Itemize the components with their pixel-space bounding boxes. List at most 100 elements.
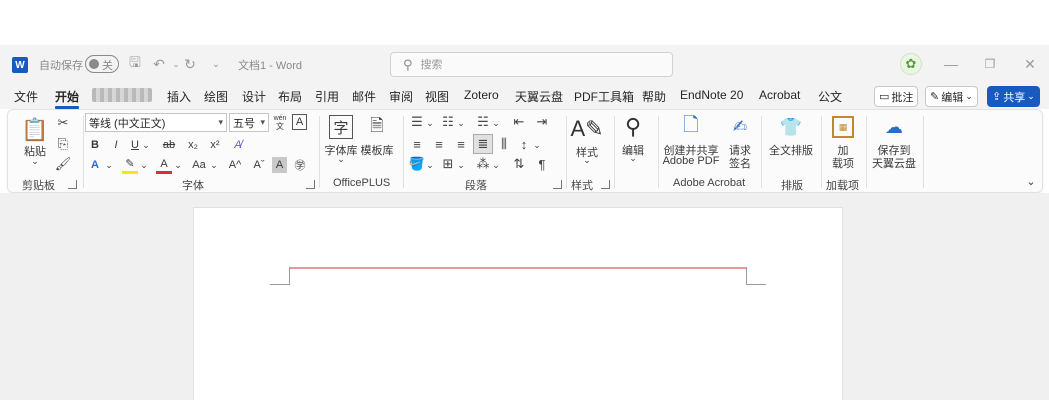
document-page[interactable] [193, 207, 843, 400]
chevron-down-icon[interactable]: ⌄ [334, 154, 348, 165]
customize-qat-icon[interactable]: ⌄ [207, 55, 225, 73]
template-library-icon[interactable]: 🗎 [365, 115, 389, 139]
styles-icon[interactable]: A✎ [570, 116, 603, 142]
sort-icon[interactable]: ⇅ [511, 156, 527, 172]
justify-icon[interactable]: ≣ [473, 134, 493, 154]
change-case-icon[interactable]: Aa [189, 156, 209, 174]
redo-icon[interactable]: ↻ [181, 55, 199, 73]
strikethrough-icon[interactable]: ab [160, 136, 178, 154]
format-painter-icon[interactable]: 🖌 [55, 156, 72, 172]
chevron-down-icon[interactable]: ⌄ [173, 158, 183, 172]
search-input[interactable] [420, 58, 641, 71]
chevron-down-icon[interactable]: ⌄ [425, 158, 435, 172]
shading-icon[interactable]: 🪣 [409, 156, 425, 172]
multilevel-list-icon[interactable]: ☵ [475, 114, 491, 130]
collapse-ribbon-icon[interactable]: ⌄ [1024, 174, 1038, 188]
tab-insert[interactable]: 插入 [167, 88, 191, 105]
shrink-font-icon[interactable]: Aˇ [251, 156, 267, 174]
chevron-down-icon[interactable]: ⌄ [139, 158, 149, 172]
distributed-icon[interactable]: ⫼ [496, 136, 512, 152]
enclose-characters-icon[interactable]: ㊫ [292, 156, 308, 174]
borders-icon[interactable]: ⊞ [440, 156, 456, 172]
restore-icon[interactable]: ❐ [980, 54, 1000, 74]
cloud-upload-icon[interactable]: ☁ [882, 116, 906, 138]
tab-review[interactable]: 审阅 [389, 88, 413, 105]
align-left-icon[interactable]: ≡ [409, 136, 425, 152]
tab-gongwen[interactable]: 公文 [818, 88, 842, 105]
template-library-label[interactable]: 模板库 [359, 142, 395, 158]
tab-pdf-tools[interactable]: PDF工具箱 [574, 88, 634, 105]
chevron-down-icon[interactable]: ⌄ [532, 138, 542, 152]
font-launcher-icon[interactable] [306, 180, 315, 189]
show-marks-icon[interactable]: ¶ [534, 156, 550, 172]
close-icon[interactable]: ✕ [1020, 54, 1040, 74]
grow-font-icon[interactable]: A^ [227, 156, 243, 174]
highlight-icon[interactable]: ✎ [122, 156, 138, 174]
font-name-dropdown[interactable]: 等线 (中文正文) ▾ [85, 113, 227, 132]
chevron-down-icon[interactable]: ⌄ [141, 137, 151, 153]
copy-icon[interactable]: ⎘ [55, 136, 71, 152]
tab-view[interactable]: 视图 [425, 88, 449, 105]
chevron-down-icon[interactable]: ⌄ [491, 158, 501, 172]
find-icon[interactable]: ⚲ [620, 114, 646, 140]
create-pdf-line2[interactable]: Adobe PDF [662, 155, 720, 167]
clipboard-icon[interactable]: 📋 [21, 116, 48, 144]
tab-zotero[interactable]: Zotero [464, 88, 499, 102]
character-border-icon[interactable]: A [292, 114, 307, 130]
clear-format-icon[interactable]: A̸ [229, 136, 247, 154]
font-size-dropdown[interactable]: 五号 ▾ [229, 113, 269, 132]
tab-file[interactable]: 文件 [14, 88, 38, 105]
tab-tianyi[interactable]: 天翼云盘 [515, 88, 563, 105]
phonetic-guide-button[interactable]: wén 文 [272, 113, 288, 132]
numbering-icon[interactable]: ☷ [440, 114, 456, 130]
font-color-icon[interactable]: A [156, 156, 172, 174]
chevron-down-icon[interactable]: ⌄ [425, 116, 435, 130]
avatar[interactable]: ✿ [900, 53, 922, 75]
share-button[interactable]: ⇪ 共享 ⌄ [987, 86, 1040, 107]
add-ins-line2[interactable]: 载项 [828, 155, 858, 171]
align-center-icon[interactable]: ≡ [431, 136, 447, 152]
chevron-down-icon[interactable]: ⌄ [456, 158, 466, 172]
tab-layout[interactable]: 布局 [278, 88, 302, 105]
increase-indent-icon[interactable]: ⇥ [534, 114, 550, 130]
undo-icon[interactable]: ↶ [150, 55, 168, 73]
text-effects-icon[interactable]: A [87, 156, 103, 174]
autosave-toggle[interactable]: 关 [85, 55, 119, 73]
chevron-down-icon[interactable]: ⌄ [491, 116, 501, 130]
chevron-down-icon[interactable]: ⌄ [209, 158, 219, 172]
italic-icon[interactable]: I [109, 136, 123, 154]
tab-design[interactable]: 设计 [242, 88, 266, 105]
superscript-icon[interactable]: x² [207, 136, 223, 154]
decrease-indent-icon[interactable]: ⇤ [511, 114, 527, 130]
search-box[interactable]: ⚲ [390, 52, 673, 77]
tab-blurred[interactable] [92, 88, 152, 102]
request-signature-icon[interactable]: ✍ [727, 116, 753, 138]
bold-icon[interactable]: B [87, 136, 103, 154]
chevron-down-icon[interactable]: ⌄ [104, 158, 114, 172]
add-ins-icon[interactable]: ▦ [832, 116, 854, 138]
request-signature-line2[interactable]: 签名 [725, 155, 755, 171]
chevron-down-icon[interactable]: ⌄ [456, 116, 466, 130]
save-to-tianyi-line2[interactable]: 天翼云盘 [870, 155, 918, 171]
comment-button[interactable]: ▭ 批注 [874, 86, 919, 107]
align-right-icon[interactable]: ≡ [453, 136, 469, 152]
chevron-down-icon[interactable]: ⌄ [626, 153, 640, 164]
subscript-icon[interactable]: x₂ [185, 136, 201, 154]
tab-references[interactable]: 引用 [315, 88, 339, 105]
tab-help[interactable]: 帮助 [642, 88, 666, 105]
asian-layout-icon[interactable]: ⁂ [475, 156, 491, 172]
bullets-icon[interactable]: ☰ [409, 114, 425, 130]
chevron-down-icon[interactable]: ⌄ [580, 155, 594, 166]
underline-icon[interactable]: U [128, 136, 142, 154]
full-text-layout-label[interactable]: 全文排版 [767, 142, 815, 158]
tab-acrobat[interactable]: Acrobat [759, 88, 800, 102]
tab-home[interactable]: 开始 [55, 88, 80, 109]
clipboard-launcher-icon[interactable] [68, 180, 77, 189]
line-spacing-icon[interactable]: ↕ [516, 136, 532, 152]
character-shading-icon[interactable]: A [272, 157, 287, 173]
edit-mode-button[interactable]: ✎ 编辑 ⌄ [925, 86, 978, 107]
paste-dropdown-icon[interactable]: ⌄ [28, 156, 42, 167]
styles-launcher-icon[interactable] [601, 180, 610, 189]
tab-mailings[interactable]: 邮件 [352, 88, 376, 105]
tab-draw[interactable]: 绘图 [204, 88, 228, 105]
